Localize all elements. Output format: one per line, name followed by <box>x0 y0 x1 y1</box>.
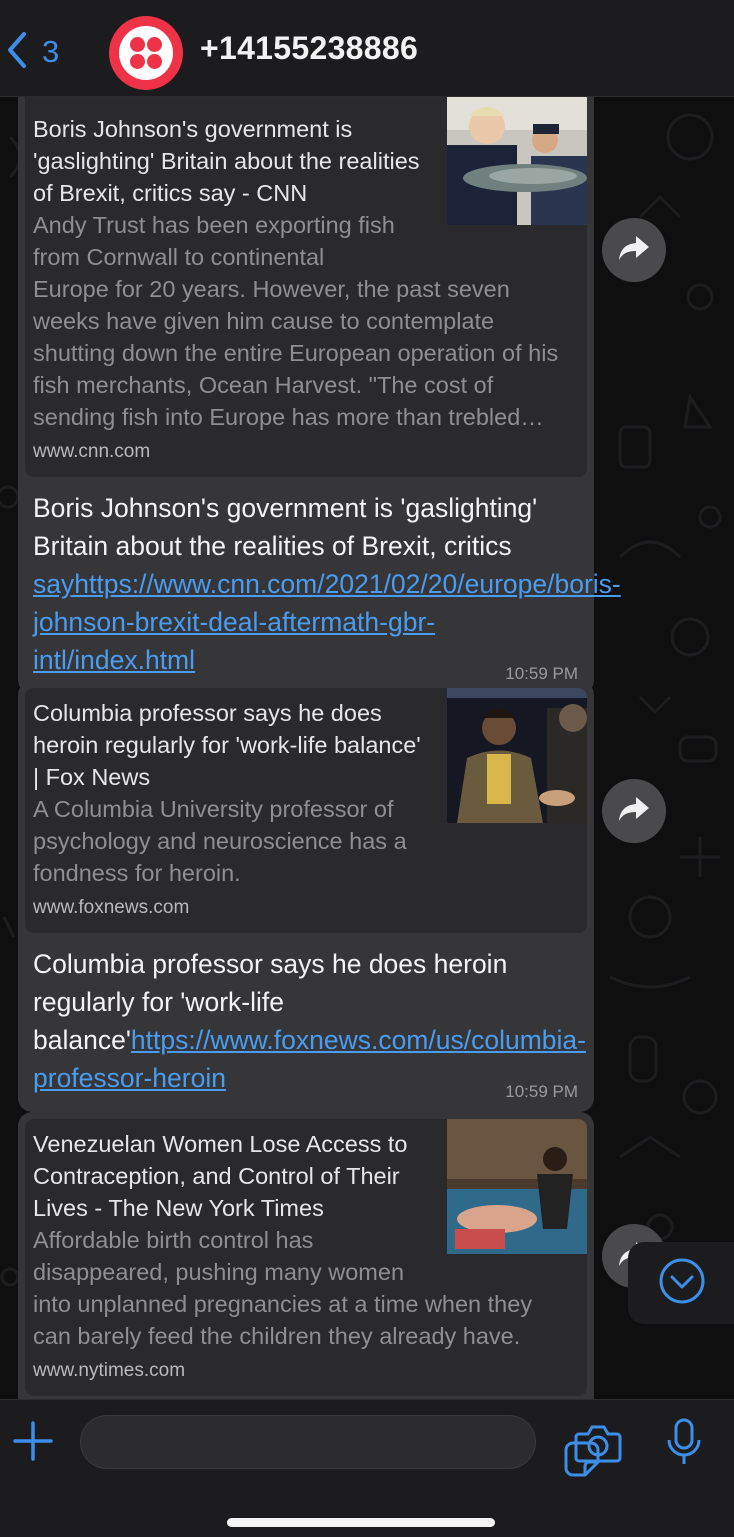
preview-site: www.foxnews.com <box>33 897 190 918</box>
link-preview[interactable]: Columbia professor says he does heroin r… <box>25 688 587 933</box>
home-indicator <box>227 1518 495 1527</box>
message-text: Columbia professor says he does heroin r… <box>33 949 586 1093</box>
preview-site: www.nytimes.com <box>33 1360 186 1381</box>
scroll-down-button[interactable] <box>628 1242 734 1324</box>
back-chevron-icon <box>4 30 30 75</box>
microphone-icon[interactable] <box>664 1418 704 1466</box>
message-bubble[interactable]: Columbia professor says he does heroin r… <box>18 681 594 1112</box>
preview-thumbnail <box>447 97 587 225</box>
message-time: 10:59 PM <box>505 1082 578 1101</box>
back-button[interactable]: 3 <box>4 30 59 74</box>
preview-thumbnail <box>447 688 587 823</box>
message-bubble[interactable]: Boris Johnson's government is 'gaslighti… <box>18 97 621 694</box>
link-preview[interactable]: Venezuelan Women Lose Access to Contrace… <box>25 1119 587 1396</box>
link-preview[interactable]: Boris Johnson's government is 'gaslighti… <box>25 97 587 477</box>
forward-icon <box>617 794 651 829</box>
message-text: Boris Johnson's government is 'gaslighti… <box>33 493 621 675</box>
twilio-logo-icon[interactable] <box>109 16 183 90</box>
composer-bar <box>0 1399 734 1537</box>
forward-button[interactable] <box>602 779 666 843</box>
contact-name[interactable]: +14155238886 <box>200 30 418 67</box>
message-link[interactable]: sayhttps://www.cnn.com/2021/02/20/europe… <box>33 569 621 675</box>
preview-thumbnail <box>447 1119 587 1254</box>
chat-area[interactable]: Boris Johnson's government is 'gaslighti… <box>0 97 734 1399</box>
camera-icon[interactable] <box>574 1422 622 1464</box>
forward-button[interactable] <box>602 218 666 282</box>
chat-header: 3 +14155238886 <box>0 0 734 97</box>
unread-count: 3 <box>42 34 60 69</box>
message-bubble[interactable]: Venezuelan Women Lose Access to Contrace… <box>18 1112 594 1399</box>
preview-site: www.cnn.com <box>33 441 151 462</box>
message-input[interactable] <box>80 1415 600 1477</box>
plus-icon[interactable] <box>12 1420 54 1462</box>
forward-icon <box>617 233 651 268</box>
preview-description: Andy Trust has been exporting fish from … <box>33 212 559 430</box>
scroll-down-icon <box>658 1257 706 1310</box>
